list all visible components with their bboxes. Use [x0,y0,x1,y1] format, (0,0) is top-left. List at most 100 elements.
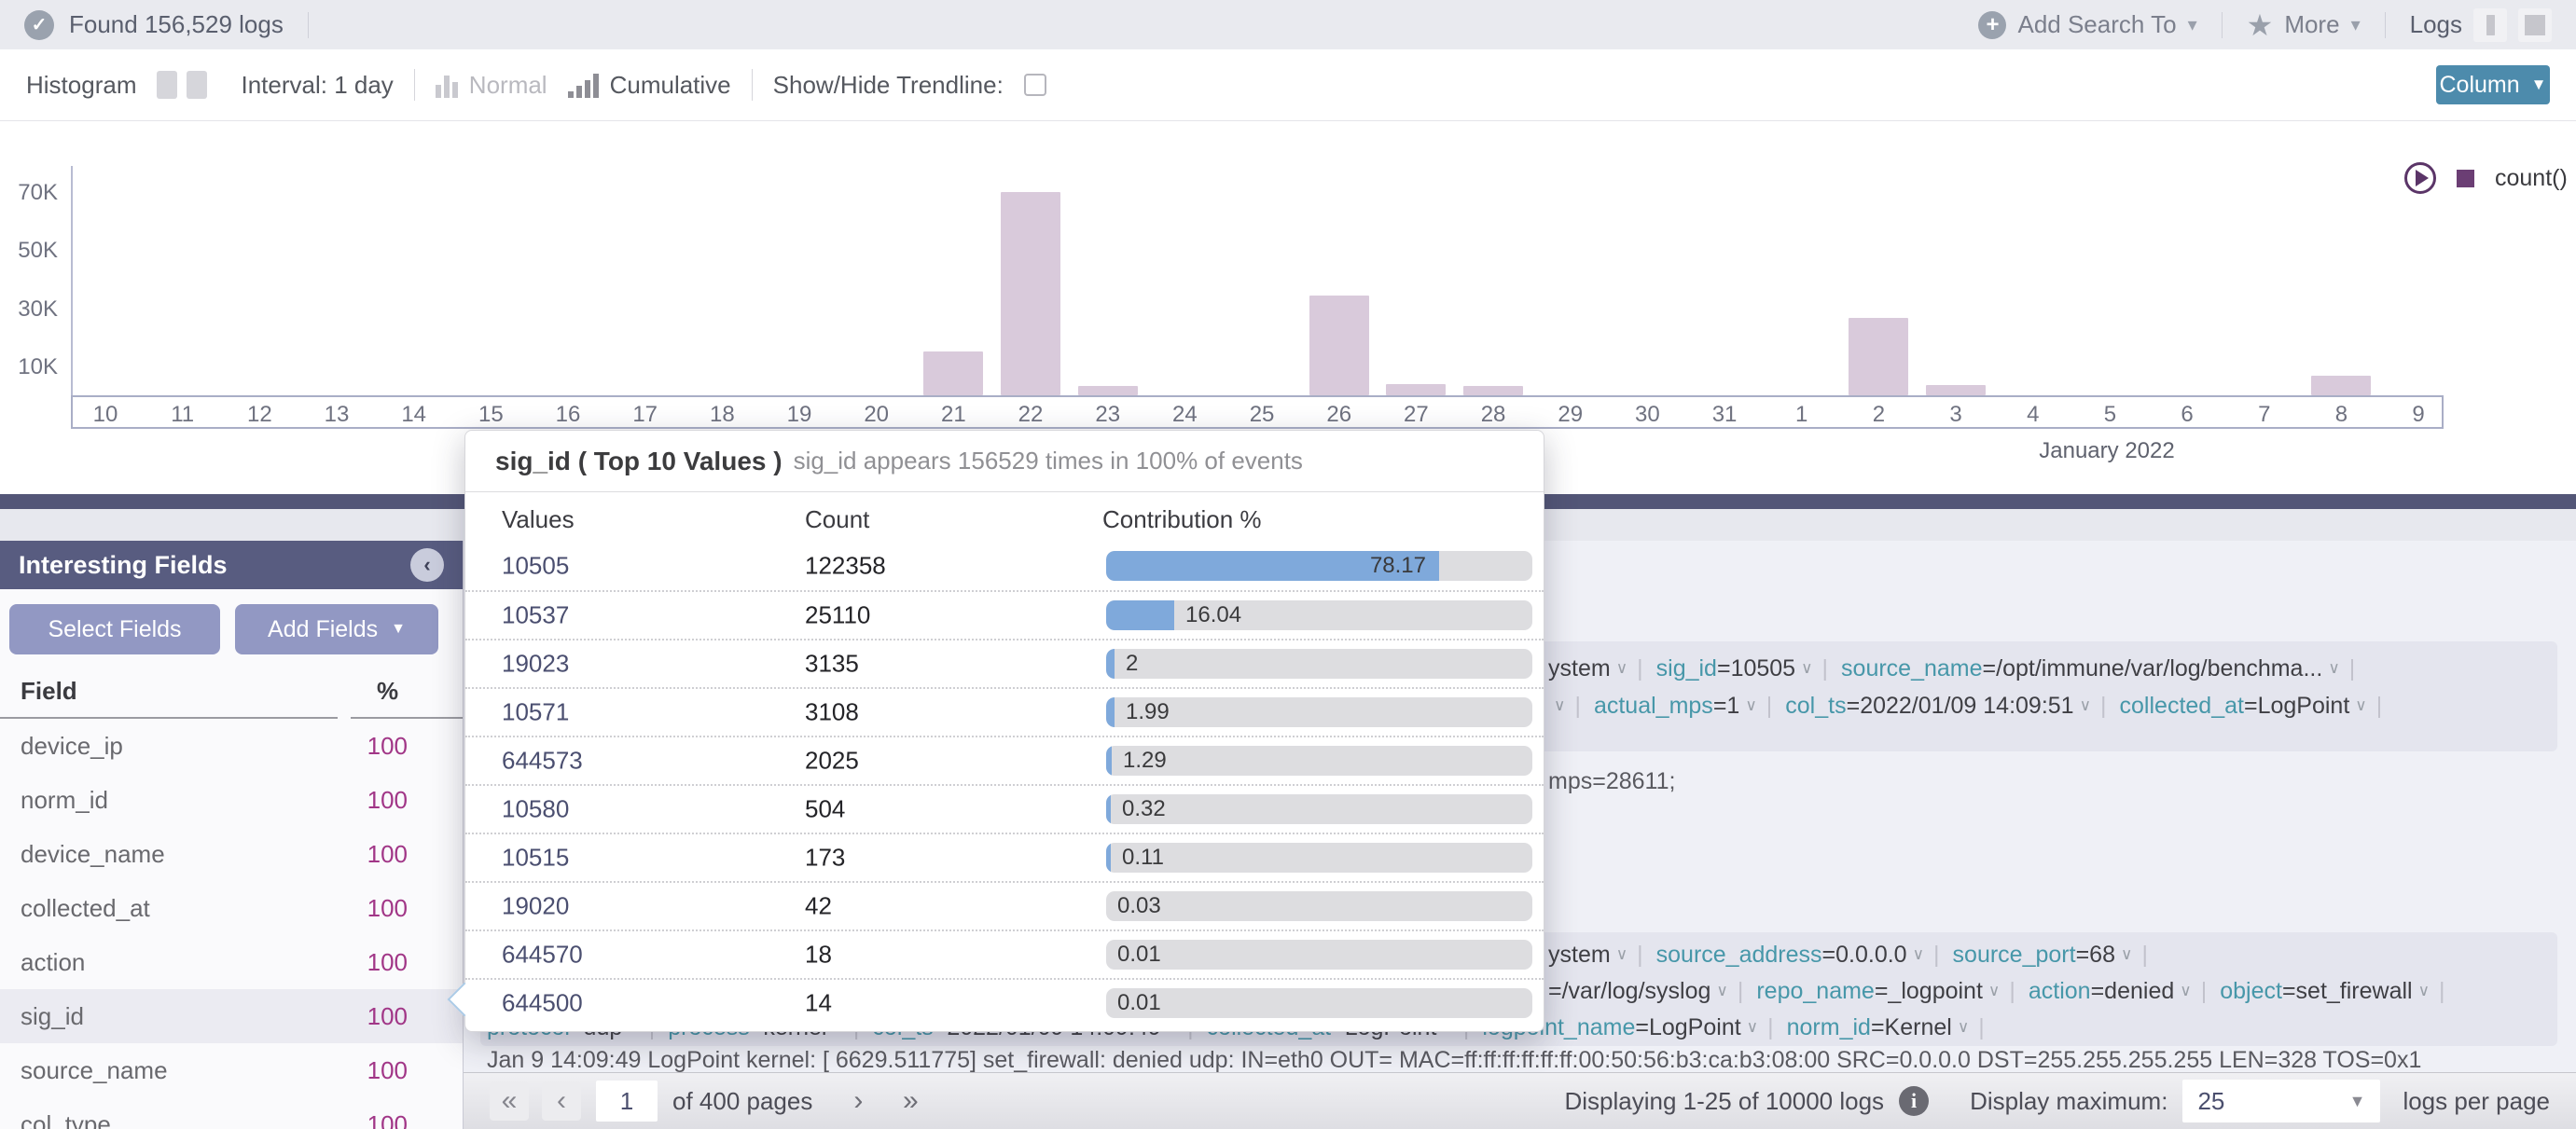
histogram-view-icon[interactable] [157,71,177,99]
top-value[interactable]: 644570 [502,941,583,970]
top-value[interactable]: 19020 [502,892,569,921]
top-value[interactable]: 10505 [502,552,569,581]
top-value[interactable]: 644573 [502,747,583,776]
histogram-bar-26[interactable] [1309,296,1369,395]
top-value[interactable]: 19023 [502,650,569,679]
contribution-bar-track: 1.29 [1106,746,1532,776]
histogram-bar-22[interactable] [1001,192,1060,395]
add-search-to-menu[interactable]: + Add Search To ▾ [1978,10,2196,39]
contribution-percent-label: 16.04 [1185,602,1241,628]
tag-value: =2022/01/09 14:09:51 [1847,693,2074,719]
field-row-norm_id[interactable]: norm_id100 [0,773,463,827]
chevron-down-icon[interactable]: ∨ [2328,659,2339,678]
histogram-bar-28[interactable] [1463,386,1523,395]
chevron-down-icon[interactable]: ∨ [1913,945,1924,964]
chevron-down-icon[interactable]: ∨ [1801,659,1812,678]
histogram-bar-23[interactable] [1078,386,1138,395]
field-row-device_ip[interactable]: device_ip100 [0,719,463,773]
log-raw-message[interactable]: Jan 9 14:09:49 LogPoint kernel: [ 6629.5… [487,1047,2421,1075]
collapse-panel-button[interactable]: ‹ [410,548,444,582]
log-tag-source_address[interactable]: source_address=0.0.0.0 [1656,942,1907,969]
top-value[interactable]: 10580 [502,795,569,824]
histogram-view-icon-2[interactable] [187,71,207,99]
contribution-bar-fill [1106,843,1111,873]
log-tag-object[interactable]: object=set_firewall [2220,978,2412,1005]
chevron-down-icon[interactable]: ∨ [2121,945,2132,964]
x-axis-tick-label: 18 [689,402,755,428]
log-tag-source_port[interactable]: source_port=68 [1953,942,2115,969]
prev-page-button[interactable]: ‹ [542,1081,581,1121]
histogram-bar-2[interactable] [1849,318,1908,395]
interval-label[interactable]: Interval: 1 day [241,71,393,100]
chevron-down-icon[interactable]: ∨ [2180,982,2191,1000]
top-value[interactable]: 644500 [502,989,583,1018]
field-row-sig_id[interactable]: sig_id 100 [0,989,463,1043]
last-page-button[interactable]: » [891,1081,930,1121]
field-percent: 100 [352,1002,408,1031]
page-number-input[interactable] [596,1081,658,1122]
tag-separator: | [1978,1014,1985,1041]
contribution-percent-label: 2 [1126,651,1138,677]
log-tag-sig_id[interactable]: sig_id=10505 [1656,655,1795,682]
next-page-button[interactable]: › [838,1081,878,1121]
histogram-bar-3[interactable] [1926,385,1986,395]
tag-fragment: ystem [1548,655,1611,682]
chevron-down-icon[interactable]: ∨ [1958,1018,1969,1037]
display-maximum-select[interactable]: 25 ▼ [2182,1080,2380,1122]
log-tag-collected_at[interactable]: collected_at=LogPoint [2120,693,2350,720]
field-percent: 100 [352,840,408,869]
contribution-bar-fill [1106,600,1174,630]
x-axis-tick-label: 16 [535,402,601,428]
trendline-label: Show/Hide Trendline: [773,71,1004,100]
more-menu[interactable]: ★ More ▾ [2247,7,2361,43]
top-value[interactable]: 10537 [502,601,569,630]
column-dropdown-button[interactable]: Column ▼ [2436,65,2550,104]
chevron-down-icon[interactable]: ∨ [2418,982,2430,1000]
field-row-col_type[interactable]: col_type100 [0,1097,463,1129]
info-icon[interactable]: i [1899,1086,1929,1116]
log-tag-norm_id[interactable]: norm_id=Kernel [1787,1014,1952,1041]
add-fields-button[interactable]: Add Fields ▼ [235,604,438,654]
log-tag-col_ts[interactable]: col_ts=2022/01/09 14:09:51 [1785,693,2073,720]
x-axis-tick-label: 17 [613,402,678,428]
x-axis-tick-label: 4 [2001,402,2066,428]
normal-mode-button[interactable]: Normal [436,71,547,100]
chevron-down-icon[interactable]: ∨ [2355,696,2366,715]
log-tag-action[interactable]: action=denied [2029,978,2174,1005]
x-axis-tick-label: 31 [1692,402,1757,428]
field-row-action[interactable]: action100 [0,935,463,989]
field-row-source_name[interactable]: source_name100 [0,1043,463,1097]
top-value[interactable]: 10515 [502,844,569,873]
log-tag-actual_mps[interactable]: actual_mps=1 [1594,693,1739,720]
histogram-bar-21[interactable] [923,351,983,395]
select-fields-button[interactable]: Select Fields [9,604,220,654]
log-raw-message[interactable]: mps=28611; [1548,768,1675,796]
trendline-checkbox[interactable] [1024,74,1046,96]
field-name: sig_id [0,1002,84,1031]
field-row-collected_at[interactable]: collected_at100 [0,881,463,935]
histogram-bar-8[interactable] [2311,376,2371,395]
chevron-down-icon[interactable]: ∨ [1988,982,2000,1000]
cumulative-mode-button[interactable]: Cumulative [568,71,731,100]
field-percent: 100 [352,894,408,923]
split-view-button[interactable] [2473,8,2507,42]
field-row-device_name[interactable]: device_name100 [0,827,463,881]
full-view-button[interactable] [2518,8,2552,42]
tag-fragment: ystem [1548,942,1611,969]
log-tag-source_name[interactable]: source_name=/opt/immune/var/log/benchma.… [1841,655,2322,682]
play-icon[interactable] [2404,162,2436,194]
top-value[interactable]: 10571 [502,698,569,727]
chevron-down-icon[interactable]: ∨ [1745,696,1756,715]
chevron-down-icon[interactable]: ∨ [2080,696,2091,715]
histogram-bar-27[interactable] [1386,384,1446,395]
interesting-fields-header: Interesting Fields ‹ [0,541,463,589]
tag-key: action [2029,978,2091,1004]
field-percent: 100 [352,786,408,815]
tag-value: =LogPoint [1635,1014,1740,1040]
log-tag-repo_name[interactable]: repo_name=_logpoint [1756,978,1983,1005]
chevron-down-icon: ▼ [2531,76,2547,94]
tag-value: =Kernel [1871,1014,1952,1040]
first-page-button[interactable]: « [490,1081,529,1121]
chevron-down-icon[interactable]: ∨ [1747,1018,1758,1037]
x-axis-tick-label: 3 [1923,402,1988,428]
